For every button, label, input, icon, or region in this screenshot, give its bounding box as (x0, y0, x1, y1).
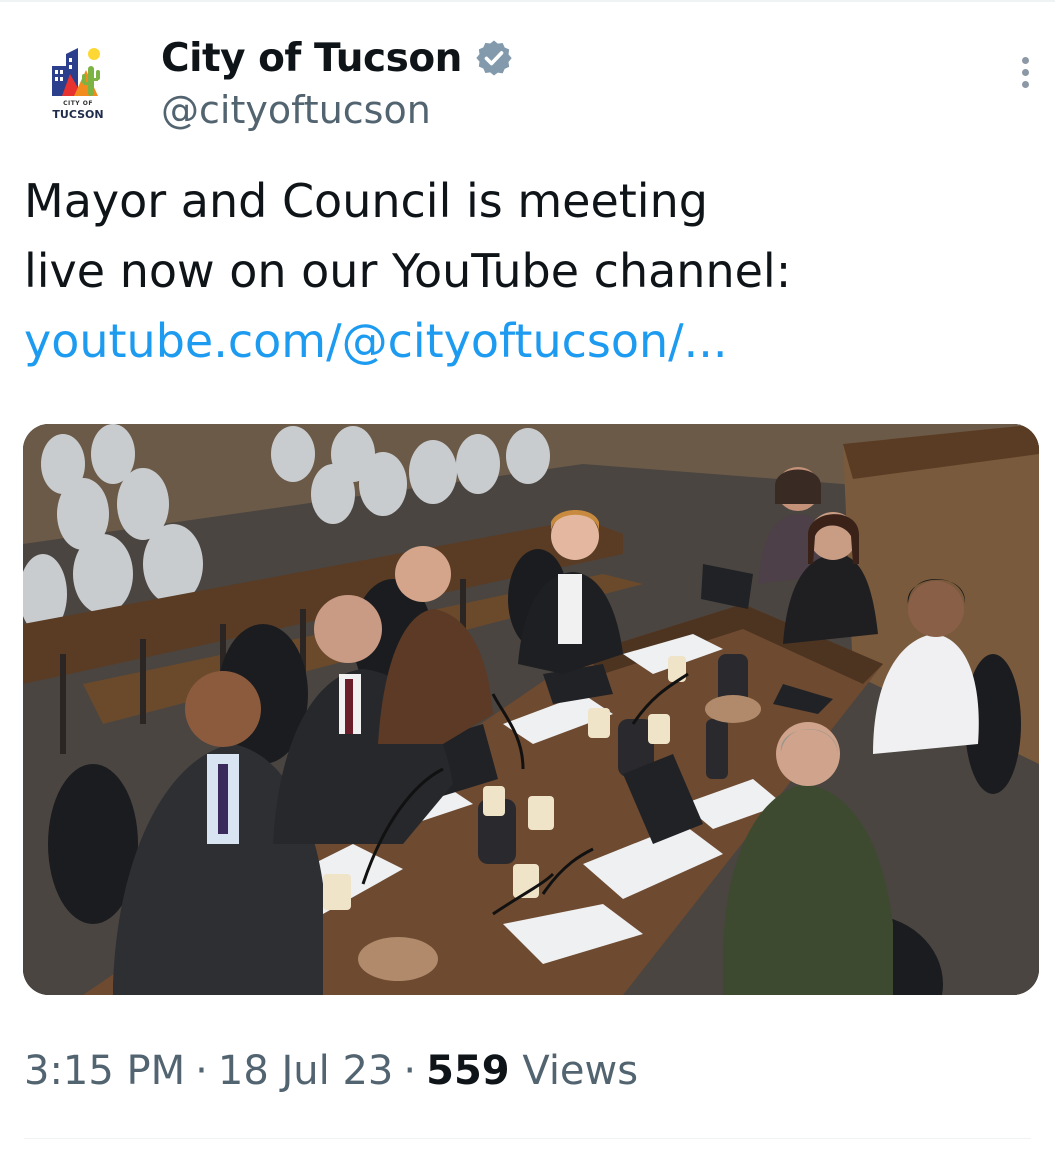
tweet-text: Mayor and Council is meeting live now on… (24, 166, 1024, 376)
tweet-time[interactable]: 3:15 PM (24, 1048, 185, 1094)
author-name-row: City of Tucson (161, 30, 514, 86)
city-of-tucson-logo-icon (52, 48, 100, 96)
photo-illustration (23, 424, 1039, 995)
council-meeting-photo[interactable] (23, 424, 1039, 995)
top-divider (0, 0, 1055, 2)
author-display-name[interactable]: City of Tucson (161, 36, 462, 81)
avatar[interactable]: CITY OF TUCSON (22, 30, 134, 142)
verified-badge-icon[interactable] (474, 38, 514, 78)
tweet-date[interactable]: 18 Jul 23 (218, 1048, 394, 1094)
meta-separator: · (195, 1048, 208, 1094)
author-handle[interactable]: @cityoftucson (161, 88, 431, 132)
meta-separator-2: · (403, 1048, 417, 1094)
youtube-link[interactable]: youtube.com/@cityoftucson/... (24, 306, 1024, 376)
more-vertical-icon[interactable] (1019, 57, 1031, 97)
bottom-divider (24, 1138, 1031, 1139)
tweet-text-line-1: Mayor and Council is meeting (24, 174, 708, 228)
views-count[interactable]: 559 (426, 1048, 510, 1094)
avatar-text-small: CITY OF (63, 100, 93, 107)
views-label[interactable]: Views (522, 1048, 638, 1094)
avatar-text-large: TUCSON (52, 108, 104, 121)
tweet-meta: 3:15 PM · 18 Jul 23 · 559 Views (24, 1048, 638, 1094)
tweet-text-line-2: live now on our YouTube channel: (24, 244, 792, 298)
